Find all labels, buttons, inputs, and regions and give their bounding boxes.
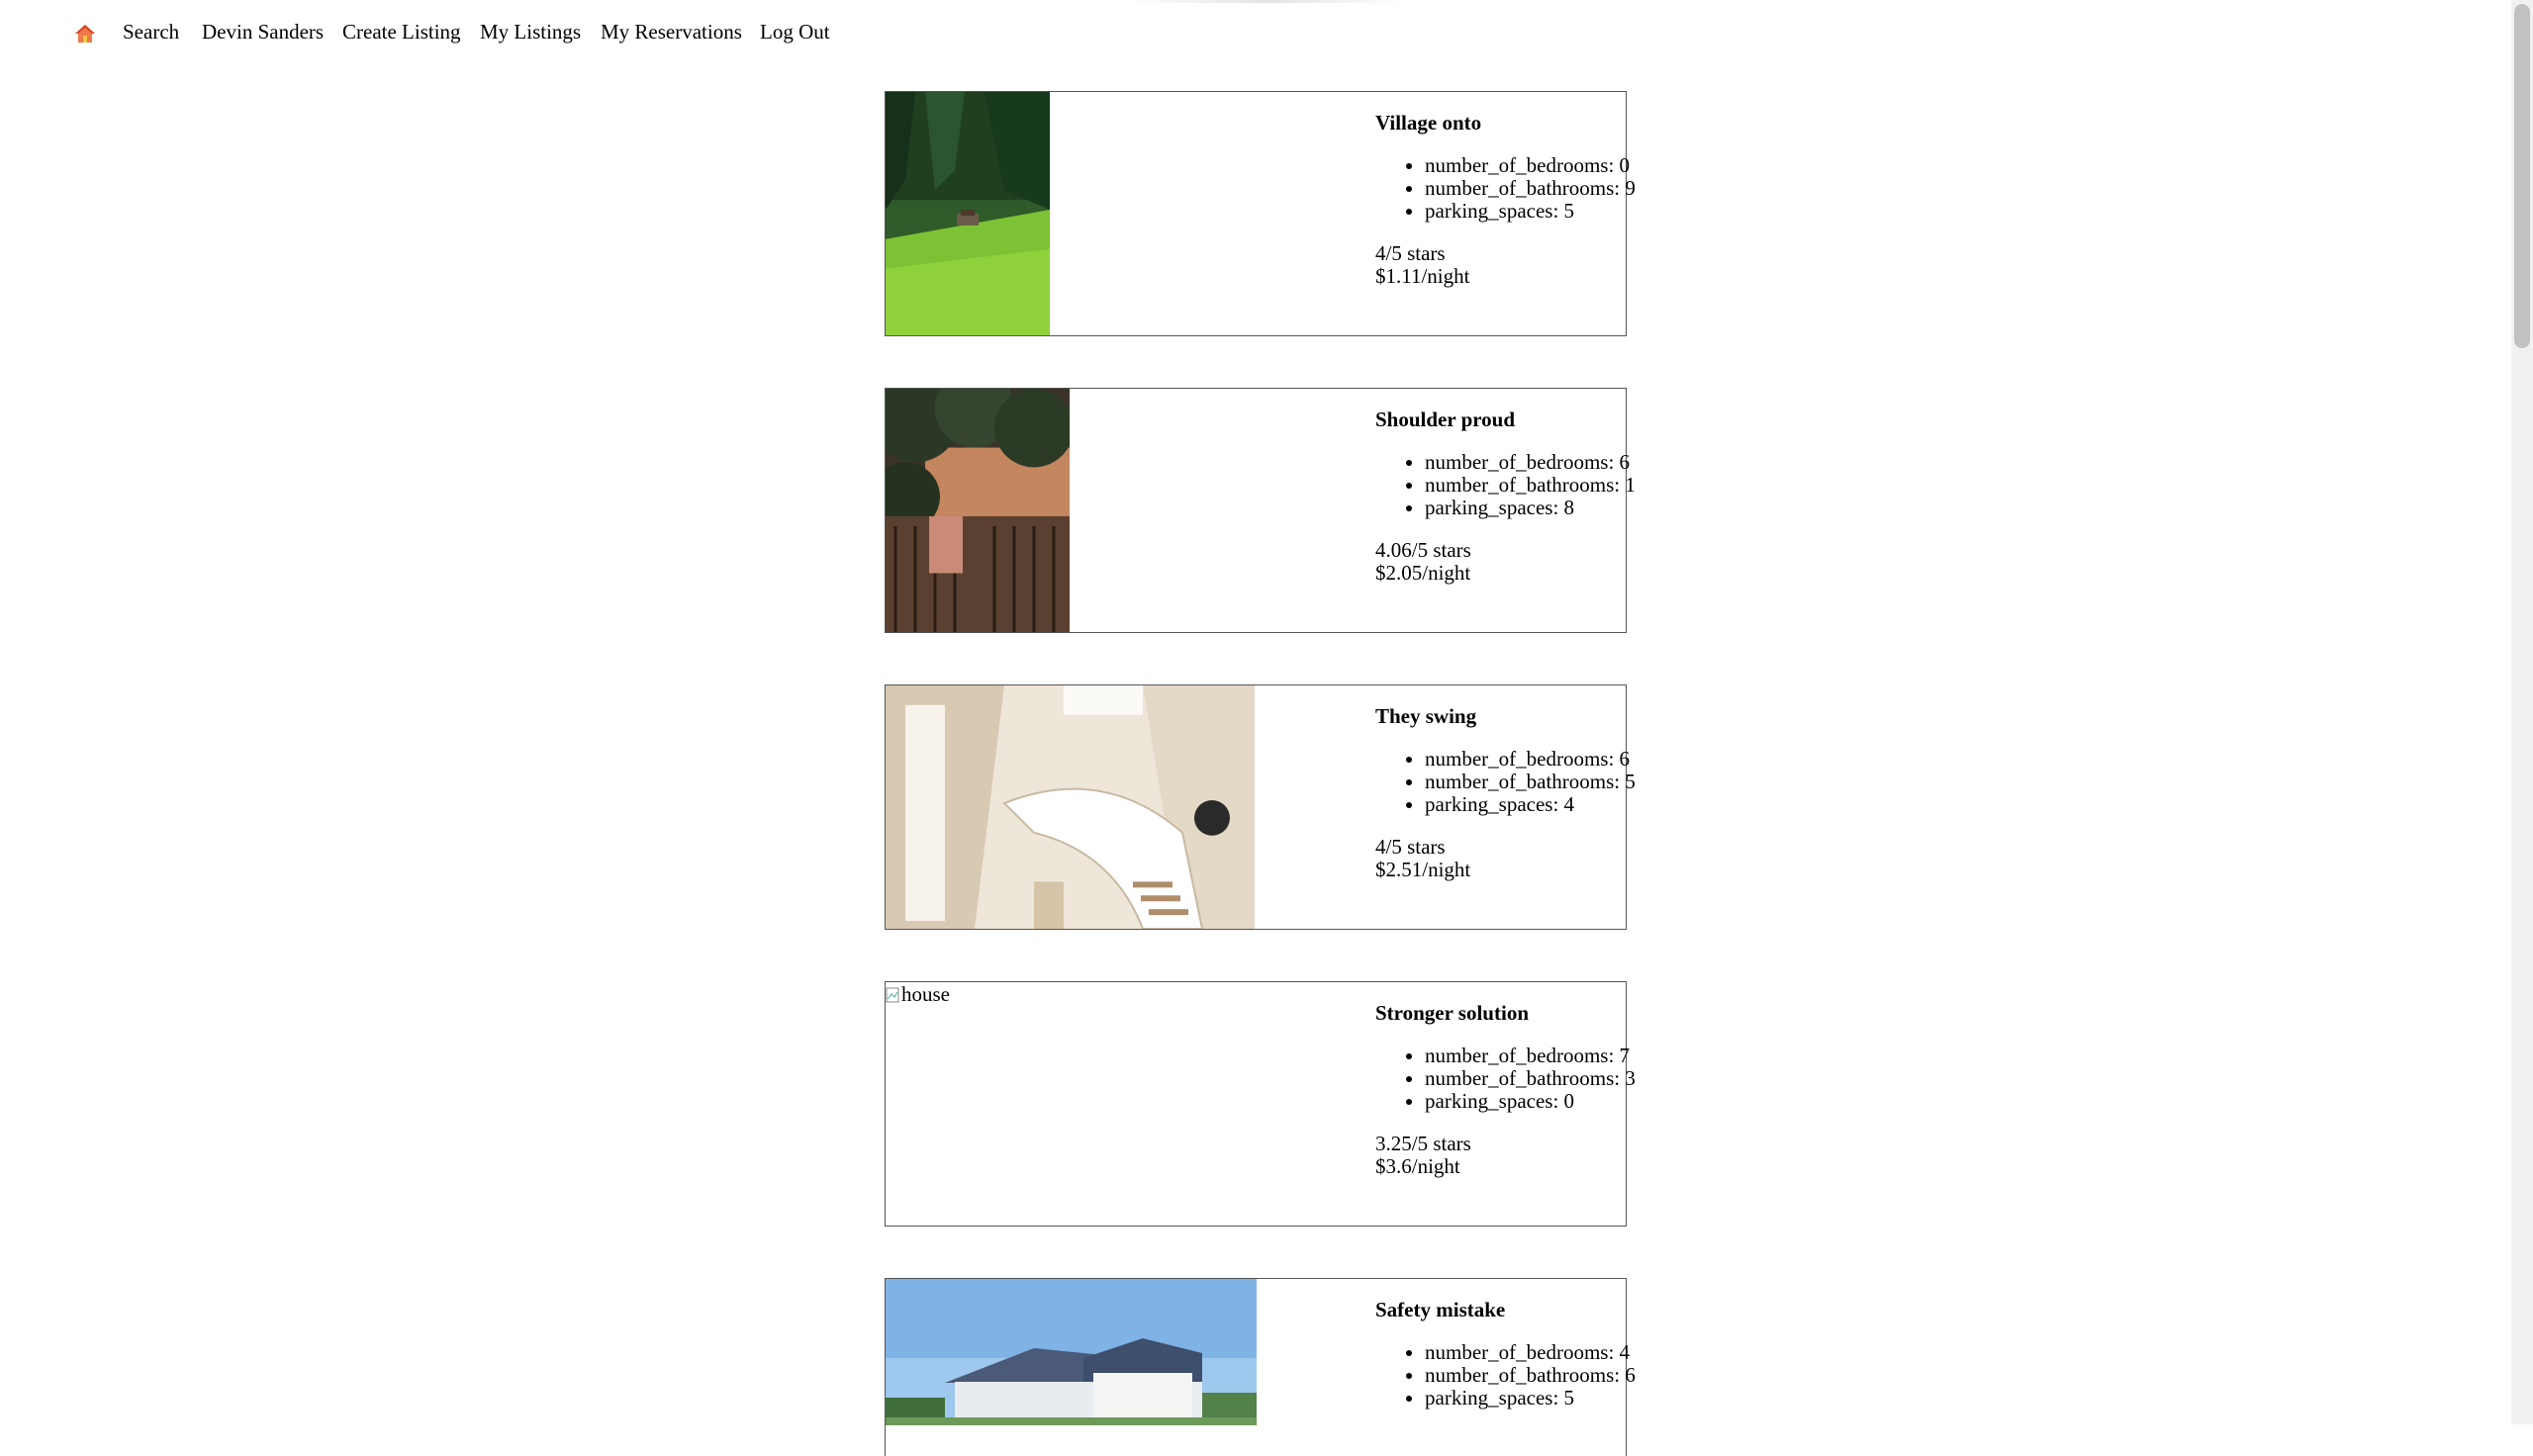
scrollbar-thumb[interactable] xyxy=(2514,4,2530,348)
bedrooms-count: number_of_bedrooms: 4 xyxy=(1425,1341,1630,1364)
parking-count: parking_spaces: 4 xyxy=(1425,793,1628,816)
listing-price: $3.6/night xyxy=(1375,1154,1460,1178)
listing-photo xyxy=(886,1279,1257,1425)
listing-price: $2.05/night xyxy=(1375,561,1471,585)
bathrooms-count: number_of_bathrooms: 5 xyxy=(1425,771,1636,793)
listing-features: number_of_bedrooms: 6 number_of_bathroom… xyxy=(1375,451,1636,519)
listing-card[interactable]: house Stronger solution number_of_bedroo… xyxy=(885,981,1636,1227)
nav-my-listings-link[interactable]: My Listings xyxy=(480,20,581,45)
bathrooms-count: number_of_bathrooms: 3 xyxy=(1425,1067,1636,1090)
listing-card[interactable]: Shoulder proud number_of_bedrooms: 6 num… xyxy=(885,388,1636,633)
listing-title[interactable]: Stronger solution xyxy=(1375,1002,1628,1025)
listing-rating: 3.25/5 stars xyxy=(1375,1132,1471,1155)
listing-price: $1.11/night xyxy=(1375,264,1470,288)
listing-title[interactable]: They swing xyxy=(1375,705,1628,728)
listing-photo xyxy=(886,92,1050,335)
listing-features: number_of_bedrooms: 7 number_of_bathroom… xyxy=(1375,1045,1636,1113)
listing-title[interactable]: Shoulder proud xyxy=(1375,409,1628,431)
listing-features: number_of_bedrooms: 4 number_of_bathroom… xyxy=(1375,1341,1636,1410)
broken-image-icon xyxy=(886,987,899,1002)
parking-count: parking_spaces: 0 xyxy=(1425,1090,1628,1113)
listing-card[interactable]: Village onto number_of_bedrooms: 0 numbe… xyxy=(885,91,1636,336)
parking-count: parking_spaces: 8 xyxy=(1425,497,1628,519)
nav-create-listing-link[interactable]: Create Listing xyxy=(342,20,461,45)
listing-info: They swing number_of_bedrooms: 6 number_… xyxy=(1375,705,1636,881)
bathrooms-count: number_of_bathrooms: 6 xyxy=(1425,1364,1636,1387)
listing-card[interactable]: They swing number_of_bedrooms: 6 number_… xyxy=(885,684,1636,930)
listing-title[interactable]: Village onto xyxy=(1375,112,1628,135)
bedrooms-count: number_of_bedrooms: 0 xyxy=(1425,154,1630,177)
top-navigation: Search Devin Sanders Create Listing My L… xyxy=(0,0,2511,63)
listing-features: number_of_bedrooms: 0 number_of_bathroom… xyxy=(1375,154,1636,223)
listing-features: number_of_bedrooms: 6 number_of_bathroom… xyxy=(1375,748,1636,816)
bedrooms-count: number_of_bedrooms: 6 xyxy=(1425,748,1630,771)
listing-title[interactable]: Safety mistake xyxy=(1375,1299,1628,1321)
listing-rating: 4.06/5 stars xyxy=(1375,538,1471,562)
listing-card[interactable]: Safety mistake number_of_bedrooms: 4 num… xyxy=(885,1278,1636,1456)
nav-user-link[interactable]: Devin Sanders xyxy=(202,20,324,45)
nav-search-link[interactable]: Search xyxy=(123,20,179,45)
bathrooms-count: number_of_bathrooms: 9 xyxy=(1425,177,1636,200)
listing-rating: 4/5 stars xyxy=(1375,835,1446,859)
listing-photo xyxy=(886,685,1255,929)
listing-info: Safety mistake number_of_bedrooms: 4 num… xyxy=(1375,1299,1636,1429)
listing-info: Shoulder proud number_of_bedrooms: 6 num… xyxy=(1375,409,1636,585)
parking-count: parking_spaces: 5 xyxy=(1425,1387,1628,1410)
nav-log-out-link[interactable]: Log Out xyxy=(760,20,830,45)
listing-info: Stronger solution number_of_bedrooms: 7 … xyxy=(1375,1002,1636,1178)
listing-price: $2.51/night xyxy=(1375,858,1471,881)
bedrooms-count: number_of_bedrooms: 7 xyxy=(1425,1045,1630,1067)
listing-rating: 4/5 stars xyxy=(1375,241,1446,265)
listing-photo: house xyxy=(886,982,1257,1226)
bedrooms-count: number_of_bedrooms: 6 xyxy=(1425,451,1630,474)
listing-photo xyxy=(886,389,1070,632)
nav-my-reservations-link[interactable]: My Reservations xyxy=(601,20,742,45)
bathrooms-count: number_of_bathrooms: 1 xyxy=(1425,474,1636,497)
vertical-scrollbar[interactable] xyxy=(2511,0,2533,1424)
broken-image-alt: house xyxy=(886,982,950,1007)
listing-info: Village onto number_of_bedrooms: 0 numbe… xyxy=(1375,112,1636,288)
home-icon[interactable] xyxy=(73,22,97,46)
parking-count: parking_spaces: 5 xyxy=(1425,200,1628,223)
